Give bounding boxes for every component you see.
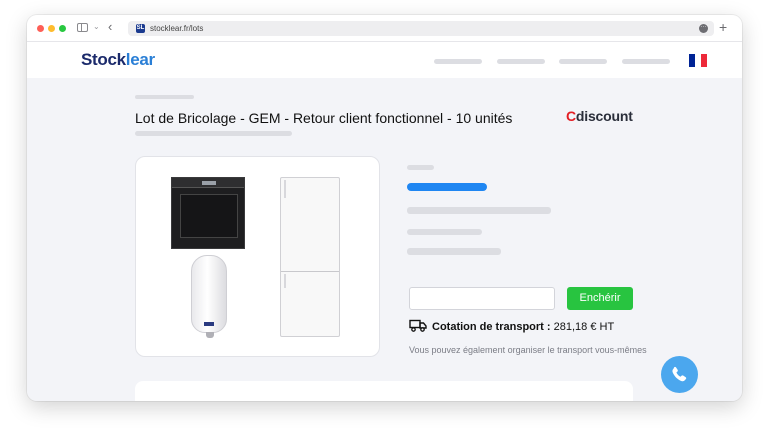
oven-image [171,177,245,249]
main-content: Lot de Bricolage - GEM - Retour client f… [27,78,742,401]
transport-quote: Cotation de transport : 281,18 € HT [432,321,615,333]
price-bar-placeholder [407,183,487,191]
site-header: Stocklear [27,42,742,78]
nav-item-placeholder[interactable] [497,59,545,64]
nav-item-placeholder[interactable] [559,59,607,64]
info-placeholder [407,248,501,255]
bid-button[interactable]: Enchérir [567,287,633,310]
logo[interactable]: Stocklear [81,51,155,69]
browser-window: ⌄ ‹ SL stocklear.fr/lots ··· + Stocklear… [27,15,742,401]
url-text: stocklear.fr/lots [150,24,204,33]
subtitle-placeholder [135,131,292,136]
fridge-image [280,177,340,337]
brand-logo: Cdiscount [566,108,633,124]
info-placeholder [407,207,551,214]
sidebar-icon[interactable] [77,23,88,32]
phone-icon [672,366,687,382]
transport-note: Vous pouvez également organiser le trans… [409,345,647,355]
favicon: SL [136,24,145,33]
phone-button[interactable] [661,356,698,393]
lot-image-card[interactable] [135,156,380,357]
water-heater-image [191,255,227,338]
browser-titlebar: ⌄ ‹ SL stocklear.fr/lots ··· + [27,15,742,42]
address-bar[interactable]: SL stocklear.fr/lots ··· [128,21,714,36]
maximize-window-button[interactable] [59,25,66,32]
nav-item-placeholder[interactable] [622,59,670,64]
details-card [135,381,633,401]
more-icon[interactable]: ··· [699,24,708,33]
chevron-down-icon[interactable]: ⌄ [93,22,100,31]
info-placeholder [407,165,434,170]
breadcrumb-placeholder [135,95,194,99]
truck-icon [409,319,427,332]
plus-icon[interactable]: + [719,18,727,36]
lot-title: Lot de Bricolage - GEM - Retour client f… [135,110,513,126]
nav-item-placeholder[interactable] [434,59,482,64]
language-flag-fr[interactable] [689,54,707,67]
minimize-window-button[interactable] [48,25,55,32]
info-placeholder [407,229,482,235]
close-window-button[interactable] [37,25,44,32]
back-icon[interactable]: ‹ [108,19,112,35]
bid-amount-input[interactable] [409,287,555,310]
